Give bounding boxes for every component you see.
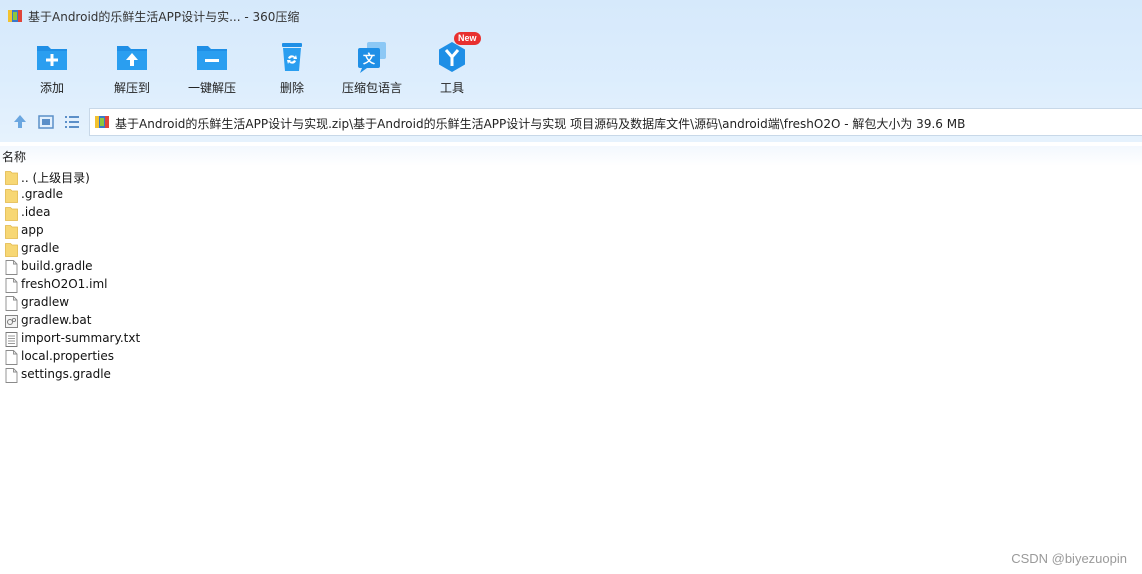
file-name: .gradle: [21, 187, 64, 201]
delete-button[interactable]: 删除: [252, 38, 332, 98]
extract-to-label: 解压到: [113, 81, 150, 95]
window-title: 基于Android的乐鲜生活APP设计与实... - 360压缩: [28, 10, 300, 24]
folder-icon: [5, 242, 18, 257]
tools-label: 工具: [439, 81, 464, 95]
file-name: .. (上级目录): [21, 171, 90, 185]
file-name: gradle: [21, 241, 60, 255]
text-file-icon: [5, 332, 18, 347]
file-row[interactable]: import-summary.txt: [0, 330, 1142, 348]
file-row[interactable]: gradle: [0, 240, 1142, 258]
list-header: 名称: [0, 146, 1142, 166]
list-view-icon[interactable]: [62, 112, 82, 132]
watermark: CSDN @biyezuopin: [1011, 551, 1127, 566]
archive-app-icon: [8, 10, 22, 22]
new-badge: New: [454, 32, 481, 45]
one-click-extract-icon: [197, 46, 227, 70]
title-bar: 基于Android的乐鲜生活APP设计与实... - 360压缩: [0, 0, 1142, 32]
file-row[interactable]: settings.gradle: [0, 366, 1142, 384]
add-button[interactable]: 添加: [12, 38, 92, 98]
archive-language-button[interactable]: 文 压缩包语言: [332, 38, 412, 98]
svg-text:文: 文: [363, 51, 376, 66]
thumbnail-view-icon[interactable]: [36, 112, 56, 132]
one-click-extract-label: 一键解压: [187, 81, 236, 95]
file-list: .. (上级目录) .gradle .idea app gradle build.grad…: [0, 168, 1142, 384]
one-click-extract-button[interactable]: 一键解压: [172, 38, 252, 98]
batch-file-icon: [5, 314, 18, 329]
up-arrow-icon[interactable]: [10, 112, 30, 132]
top-chrome: 基于Android的乐鲜生活APP设计与实... - 360压缩 添加 解压到 …: [0, 0, 1142, 142]
archive-language-label: 压缩包语言: [341, 81, 402, 95]
file-name: local.properties: [21, 349, 115, 363]
file-name: .idea: [21, 205, 51, 219]
file-name: freshO2O1.iml: [21, 277, 108, 291]
file-name: build.gradle: [21, 259, 93, 273]
extract-to-button[interactable]: 解压到: [92, 38, 172, 98]
extract-to-icon: [117, 46, 147, 70]
folder-icon: [5, 224, 18, 239]
file-row[interactable]: build.gradle: [0, 258, 1142, 276]
file-name: settings.gradle: [21, 367, 111, 381]
file-row[interactable]: gradlew.bat: [0, 312, 1142, 330]
file-row[interactable]: local.properties: [0, 348, 1142, 366]
column-header-name[interactable]: 名称: [2, 148, 26, 165]
delete-label: 删除: [279, 81, 304, 95]
file-row[interactable]: .. (上级目录): [0, 168, 1142, 186]
file-row[interactable]: .idea: [0, 204, 1142, 222]
file-row[interactable]: .gradle: [0, 186, 1142, 204]
file-row[interactable]: app: [0, 222, 1142, 240]
file-row[interactable]: freshO2O1.iml: [0, 276, 1142, 294]
archive-window: 基于Android的乐鲜生活APP设计与实... - 360压缩 添加 解压到 …: [0, 0, 1142, 574]
add-folder-icon: [37, 46, 67, 70]
tools-button[interactable]: New 工具: [412, 32, 492, 98]
file-icon: [5, 260, 18, 275]
main-toolbar: 添加 解压到 一键解压 删除 文 压缩包语言 New 工具: [12, 32, 492, 98]
archive-language-icon: 文: [358, 42, 386, 73]
tools-icon: [439, 42, 465, 72]
delete-bin-icon: [282, 43, 302, 71]
file-name: gradlew.bat: [21, 313, 92, 327]
folder-icon: [5, 188, 18, 203]
file-name: gradlew: [21, 295, 70, 309]
address-path: 基于Android的乐鲜生活APP设计与实现.zip\基于Android的乐鲜生…: [115, 117, 966, 131]
address-bar[interactable]: 基于Android的乐鲜生活APP设计与实现.zip\基于Android的乐鲜生…: [89, 108, 1142, 136]
folder-icon: [5, 206, 18, 221]
folder-icon: [5, 170, 18, 185]
file-name: app: [21, 223, 44, 237]
file-name: import-summary.txt: [21, 331, 141, 345]
file-icon: [5, 278, 18, 293]
file-row[interactable]: gradlew: [0, 294, 1142, 312]
file-icon: [5, 296, 18, 311]
zip-archive-icon: [95, 116, 109, 128]
file-icon: [5, 350, 18, 365]
add-button-label: 添加: [39, 81, 64, 95]
file-icon: [5, 368, 18, 383]
